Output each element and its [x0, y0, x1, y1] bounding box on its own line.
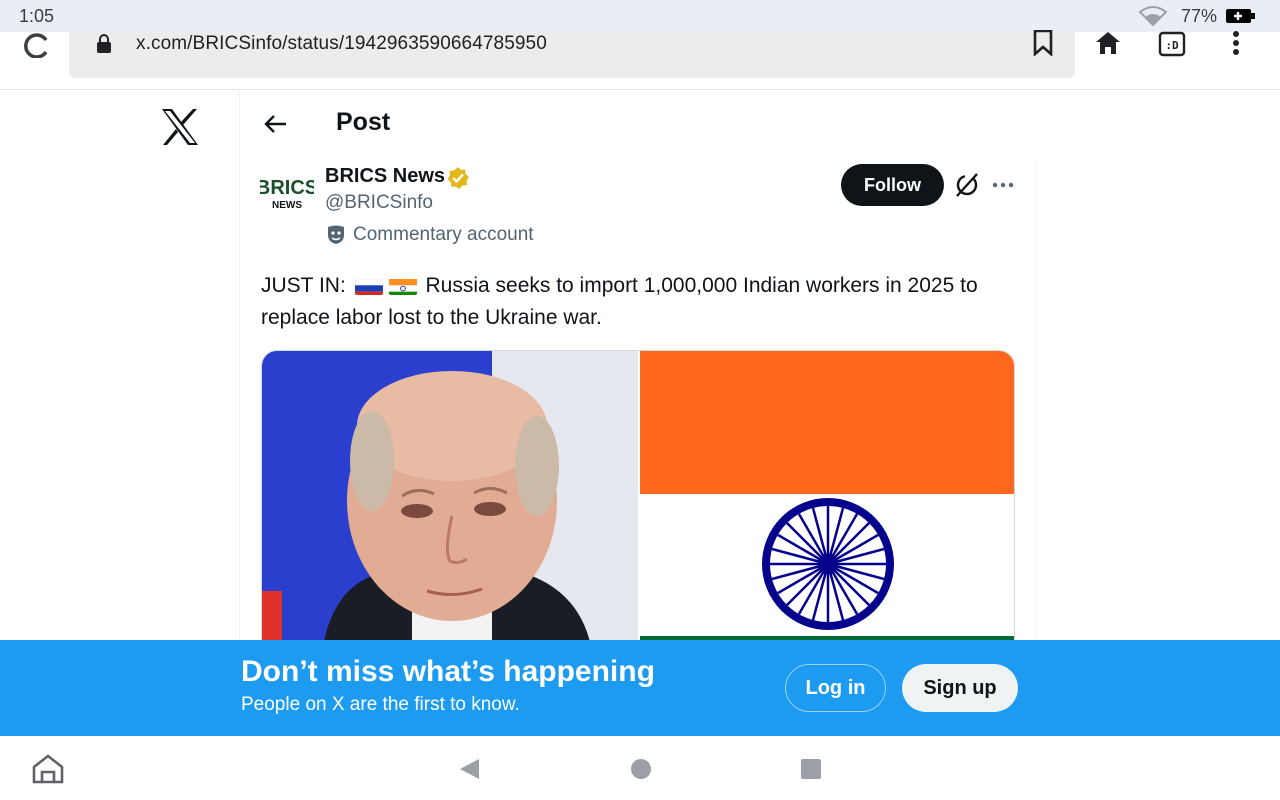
avatar-text-bottom: NEWS — [272, 200, 302, 211]
media-image-india-flag[interactable] — [640, 351, 1014, 649]
clock: 1:05 — [19, 6, 55, 26]
india-flag-icon — [388, 276, 417, 295]
system-status-bar: 1:05 77% — [0, 0, 1280, 32]
column-divider — [239, 91, 240, 651]
banner-subtitle: People on X are the first to know. — [241, 694, 520, 715]
page-title: Post — [336, 108, 391, 136]
lock-icon[interactable] — [96, 34, 112, 59]
avatar-text-top: BRICS — [260, 177, 314, 199]
mask-icon — [327, 225, 345, 250]
battery-icon — [1226, 9, 1256, 23]
browser-toolbar: x.com/BRICSinfo/status/19429635906647859… — [0, 29, 1280, 90]
url-text[interactable]: x.com/BRICSinfo/status/19429635906647859… — [136, 33, 547, 55]
banner-title: Don’t miss what’s happening — [241, 655, 655, 688]
battery-percentage: 77% — [1181, 6, 1218, 26]
x-logo-icon[interactable] — [160, 108, 200, 151]
system-navigation-bar — [0, 736, 1280, 800]
svg-text::D: :D — [1165, 39, 1179, 52]
nav-recents-icon[interactable] — [800, 758, 822, 785]
extension-icon[interactable]: :D — [1158, 30, 1186, 63]
author-handle[interactable]: @BRICSinfo — [325, 192, 433, 214]
login-button[interactable]: Log in — [785, 664, 886, 712]
more-options-icon[interactable] — [990, 172, 1016, 203]
author-name[interactable]: BRICS News — [325, 165, 445, 188]
nav-back-icon[interactable] — [457, 758, 481, 785]
verified-badge-icon[interactable] — [446, 166, 470, 195]
launcher-home-icon[interactable] — [32, 754, 64, 789]
tweet-prefix: JUST IN: — [261, 274, 346, 297]
tweet-text: JUST IN: Russia seeks to import 1,000,00… — [261, 270, 1031, 334]
signup-button[interactable]: Sign up — [902, 664, 1018, 712]
avatar[interactable]: BRICS NEWS — [256, 170, 318, 214]
home-icon[interactable] — [1094, 30, 1122, 61]
media-image-portrait[interactable] — [262, 351, 638, 649]
wifi-icon — [1138, 5, 1168, 32]
menu-icon[interactable] — [1226, 30, 1246, 63]
nav-home-icon[interactable] — [630, 758, 652, 785]
grok-icon[interactable] — [954, 172, 980, 203]
tweet-media[interactable] — [261, 350, 1015, 650]
reload-icon[interactable] — [22, 32, 52, 63]
commentary-account-label: Commentary account — [353, 224, 534, 245]
column-divider — [1036, 160, 1037, 650]
back-arrow-icon[interactable] — [262, 112, 288, 141]
follow-button[interactable]: Follow — [841, 164, 944, 206]
russia-flag-icon — [354, 276, 383, 295]
bookmark-icon[interactable] — [1032, 29, 1054, 61]
address-bar[interactable]: x.com/BRICSinfo/status/19429635906647859… — [69, 29, 1075, 78]
signup-banner: Don’t miss what’s happening People on X … — [0, 640, 1280, 736]
